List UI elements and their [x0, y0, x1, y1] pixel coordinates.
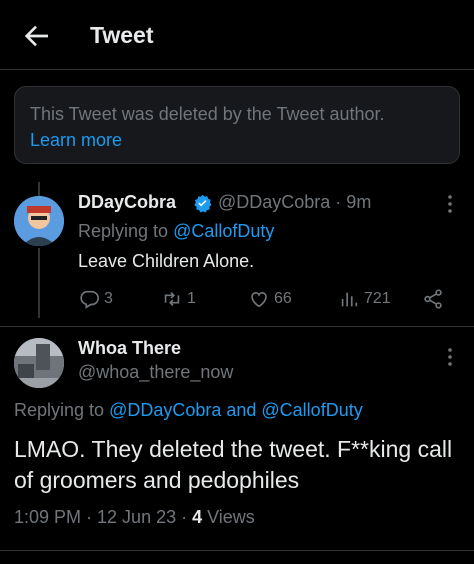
like-count: 66: [274, 290, 292, 307]
tweet-actions: 3 1 66 721: [78, 284, 448, 314]
deleted-tweet-notice: This Tweet was deleted by the Tweet auth…: [14, 86, 460, 164]
mention-link[interactable]: @DDayCobra and @CallofDuty: [109, 400, 363, 420]
thread-connector: [38, 248, 40, 318]
learn-more-link[interactable]: Learn more: [30, 130, 122, 151]
reply-tweet-text: Leave Children Alone.: [78, 251, 255, 271]
retweet-count: 1: [187, 290, 196, 307]
more-icon[interactable]: [440, 345, 460, 369]
verified-badge-icon: [194, 194, 212, 213]
more-icon[interactable]: [440, 192, 460, 216]
page-title: Tweet: [90, 22, 154, 48]
main-author-name[interactable]: Whoa There: [78, 338, 181, 359]
tweet-metadata: 1:09 PM · 12 Jun 23 · 4 Views: [14, 507, 255, 528]
like-icon: [251, 292, 267, 308]
views-icon: [341, 292, 358, 307]
reply-handle-time[interactable]: @DDayCobra · 9m: [218, 192, 371, 213]
reply-icon: [80, 290, 99, 309]
replying-to: Replying to @CallofDuty: [78, 221, 274, 242]
timestamp[interactable]: 1:09 PM · 12 Jun 23 ·: [14, 507, 192, 527]
top-bar: Tweet: [0, 0, 474, 70]
views-button[interactable]: 721: [338, 284, 391, 314]
main-handle[interactable]: @whoa_there_now: [78, 362, 233, 383]
share-button[interactable]: [422, 284, 444, 314]
share-icon: [424, 289, 442, 309]
views-label: Views: [202, 507, 255, 527]
retweet-icon: [164, 291, 180, 307]
divider: [0, 326, 474, 327]
back-arrow-icon[interactable]: [20, 20, 52, 52]
divider: [0, 550, 474, 551]
deleted-notice-text: This Tweet was deleted by the Tweet auth…: [30, 104, 385, 124]
avatar[interactable]: [14, 338, 64, 388]
main-tweet-text: LMAO. They deleted the tweet. F**king ca…: [14, 436, 453, 493]
mention-link[interactable]: @CallofDuty: [173, 221, 274, 241]
avatar[interactable]: [14, 196, 64, 246]
replying-prefix: Replying to: [14, 400, 110, 420]
views-total: 4: [192, 507, 203, 527]
like-button[interactable]: 66: [248, 284, 292, 314]
reply-author-name[interactable]: DDayCobra: [78, 192, 176, 213]
reply-button[interactable]: 3: [78, 284, 113, 314]
replying-to: Replying to @DDayCobra and @CallofDuty: [14, 400, 363, 421]
replying-prefix: Replying to: [78, 221, 174, 241]
retweet-button[interactable]: 1: [161, 284, 196, 314]
views-count: 721: [364, 290, 391, 307]
reply-count: 3: [104, 290, 113, 307]
